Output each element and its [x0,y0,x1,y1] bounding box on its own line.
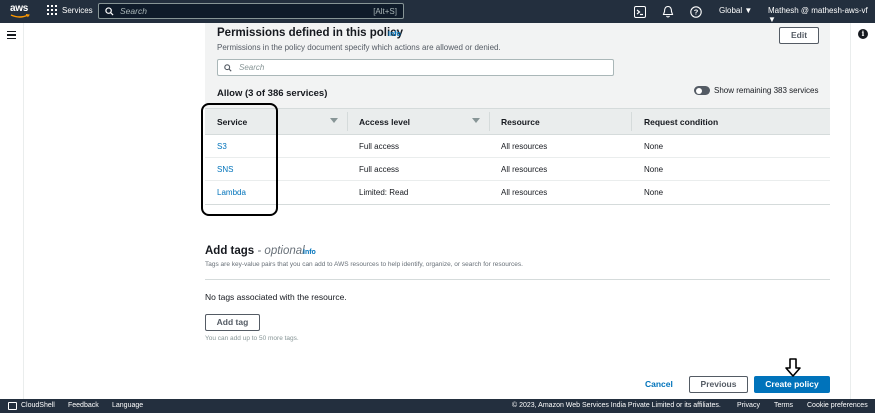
menu-icon[interactable] [7,31,16,40]
column-header-resource: Resource [501,117,540,127]
column-header-access-level[interactable]: Access level [359,117,410,127]
access-level-cell: Full access [359,142,400,151]
show-remaining-label: Show remaining 383 services [714,86,819,95]
footer-terms-link[interactable]: Terms [774,402,793,409]
aws-logo-text: aws [10,3,29,14]
search-shortcut: [Alt+S] [373,6,397,16]
permissions-title: Permissions defined in this policy [217,27,403,39]
help-icon[interactable]: ? [690,5,702,19]
footer-cloudshell-link[interactable]: CloudShell [21,402,55,409]
allow-title: Allow (3 of 386 services) [217,88,328,99]
info-panel-icon[interactable]: i [858,29,868,39]
tags-title-text: Add tags [205,245,255,257]
arrow-down-icon [785,358,801,377]
grid-icon [47,5,57,15]
aws-logo[interactable]: aws [8,3,32,20]
footer-bar: CloudShell Feedback Language © 2023, Ama… [0,399,875,413]
footer-language-link[interactable]: Language [112,402,143,409]
tags-divider [205,279,830,280]
services-menu-button[interactable]: Services [47,5,93,15]
side-divider-left [23,23,24,399]
tags-description: Tags are key-value pairs that you can ad… [205,261,523,268]
create-policy-button[interactable]: Create policy [754,376,830,393]
cancel-button[interactable]: Cancel [645,379,673,389]
add-tag-hint: You can add up to 50 more tags. [205,335,299,342]
condition-cell: None [644,165,664,174]
search-icon [105,6,114,16]
cloudshell-icon[interactable] [634,5,646,19]
top-navigation-bar: aws Services Search [Alt+S] ? Global ▼ M… [0,0,875,24]
permissions-description: Permissions in the policy document speci… [217,43,501,52]
permissions-info-link[interactable]: Info [388,31,401,38]
show-remaining-toggle[interactable] [694,86,710,95]
condition-cell: None [644,142,664,151]
column-header-request-condition: Request condition [644,117,719,127]
previous-button[interactable]: Previous [689,376,748,393]
footer-cookie-preferences-link[interactable]: Cookie preferences [807,402,868,409]
footer-privacy-link[interactable]: Privacy [737,402,760,409]
services-label: Services [62,5,93,15]
sort-icon[interactable] [330,118,338,123]
aws-smile-icon [10,14,30,18]
add-tag-button[interactable]: Add tag [205,314,260,331]
condition-cell: None [644,188,664,197]
row-divider [205,180,830,181]
footer-copyright: © 2023, Amazon Web Services India Privat… [512,402,721,409]
search-icon [224,63,232,72]
column-separator [631,112,632,131]
tags-info-link[interactable]: Info [303,249,316,256]
row-divider [205,157,830,158]
service-column-highlight [201,103,278,216]
permissions-search-input[interactable]: Search [217,59,614,76]
sort-icon[interactable] [472,118,480,123]
footer-feedback-link[interactable]: Feedback [68,402,99,409]
row-divider [205,204,830,205]
resource-cell: All resources [501,188,548,197]
svg-text:?: ? [694,8,699,17]
edit-button[interactable]: Edit [779,27,819,44]
column-separator [347,112,348,131]
resource-cell: All resources [501,142,548,151]
no-tags-message: No tags associated with the resource. [205,292,347,302]
tags-optional-text: - optional [257,245,305,257]
permissions-search-placeholder: Search [239,63,265,72]
account-menu[interactable]: Mathesh @ mathesh-aws-vf ▼ [768,6,875,24]
access-level-cell: Limited: Read [359,188,409,197]
access-level-cell: Full access [359,165,400,174]
search-placeholder: Search [120,6,147,16]
bell-icon[interactable] [662,5,674,19]
resource-cell: All resources [501,165,548,174]
tags-title: Add tags - optional [205,245,305,257]
region-selector[interactable]: Global ▼ [719,6,752,15]
column-separator [489,112,490,131]
global-search-input[interactable]: Search [Alt+S] [98,3,404,19]
cloudshell-icon[interactable] [8,402,17,410]
side-divider-right [850,23,851,399]
